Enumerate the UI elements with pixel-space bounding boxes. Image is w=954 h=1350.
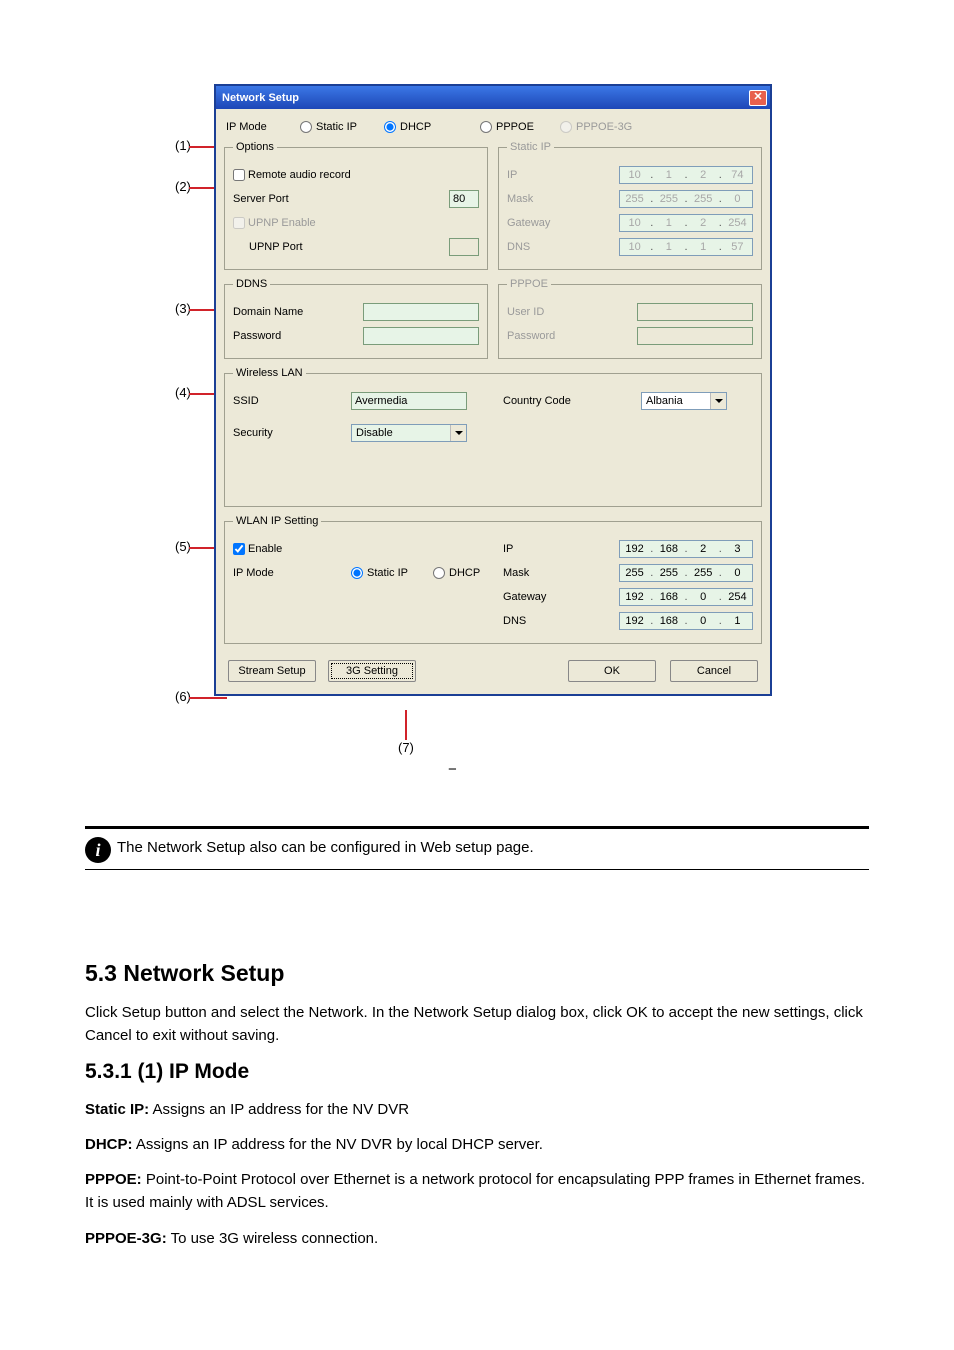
titlebar[interactable]: Network Setup ✕ <box>216 86 770 109</box>
note-text: The Network Setup also can be configured… <box>117 837 534 856</box>
radio-wlan-static-label: Static IP <box>367 567 408 579</box>
static-ip-group: Static IP IP 10. 1. 2. 74 <box>498 141 762 270</box>
stream-setup-button[interactable]: Stream Setup <box>228 660 316 682</box>
radio-static-ip-label: Static IP <box>316 121 357 133</box>
upnp-port-input <box>449 238 479 256</box>
upnp-enable-label: UPNP Enable <box>248 217 316 229</box>
ipmode-label: IP Mode <box>224 121 300 133</box>
ssid-label: SSID <box>233 395 351 407</box>
pppoe-password-input <box>637 327 753 345</box>
ssid-input[interactable] <box>351 392 467 410</box>
radio-pppoe-3g-label: PPPOE-3G <box>576 121 632 133</box>
country-code-value: Albania <box>646 395 683 407</box>
pppoe-password-label: Password <box>507 330 615 342</box>
cancel-button[interactable]: Cancel <box>670 660 758 682</box>
security-select[interactable]: Disable <box>351 424 467 442</box>
radio-pppoe-3g <box>560 121 572 133</box>
ddns-password-label: Password <box>233 330 341 342</box>
upnp-port-label: UPNP Port <box>233 241 341 253</box>
radio-static-ip[interactable] <box>300 121 312 133</box>
static-ip-desc: Static IP: Assigns an IP address for the… <box>85 1098 869 1121</box>
static-dns-label: DNS <box>507 241 615 253</box>
pppoe-userid-input <box>637 303 753 321</box>
callout-7: (7) <box>398 740 414 755</box>
wlan-ip-setting-legend: WLAN IP Setting <box>233 515 321 527</box>
callout-line <box>189 697 227 699</box>
wlan-enable-label: Enable <box>248 543 282 555</box>
domain-name-input[interactable] <box>363 303 479 321</box>
callout-line <box>405 710 407 740</box>
static-mask-label: Mask <box>507 193 615 205</box>
network-setup-dialog: Network Setup ✕ IP Mode Static IP DHCP P… <box>214 84 772 696</box>
country-code-select[interactable]: Albania <box>641 392 727 410</box>
radio-dhcp-label: DHCP <box>400 121 431 133</box>
server-port-label: Server Port <box>233 193 341 205</box>
ddns-group: DDNS Domain Name Password <box>224 278 488 359</box>
remote-audio-label: Remote audio record <box>248 169 351 181</box>
wlan-ip-input[interactable]: 192. 168. 2. 3 <box>619 540 753 558</box>
dash: − <box>448 761 457 778</box>
section-intro: Click Setup button and select the Networ… <box>85 1001 869 1048</box>
server-port-input[interactable] <box>449 190 479 208</box>
wlan-enable-check[interactable]: Enable <box>233 543 282 555</box>
static-gateway-input: 10. 1. 2. 254 <box>619 214 753 232</box>
static-gateway-label: Gateway <box>507 217 615 229</box>
security-value: Disable <box>356 427 393 439</box>
pppoe-legend: PPPOE <box>507 278 551 290</box>
ddns-password-input[interactable] <box>363 327 479 345</box>
section-heading: 5.3 Network Setup <box>85 960 869 987</box>
pppoe-3g-desc: PPPOE-3G: To use 3G wireless connection. <box>85 1227 869 1250</box>
country-code-label: Country Code <box>503 395 641 407</box>
options-group: Options Remote audio record Server Port <box>224 141 488 270</box>
wlan-dns-input[interactable]: 192. 168. 0. 1 <box>619 612 753 630</box>
wlan-gateway-label: Gateway <box>503 591 593 603</box>
wlan-dns-label: DNS <box>503 615 593 627</box>
domain-name-label: Domain Name <box>233 306 341 318</box>
radio-dhcp[interactable] <box>384 121 396 133</box>
wlan-ip-setting-group: WLAN IP Setting Enable IP Mode Static IP <box>224 515 762 644</box>
radio-wlan-dhcp[interactable] <box>433 567 445 579</box>
wlan-ipmode-label: IP Mode <box>233 567 351 579</box>
wlan-ip-label: IP <box>503 543 593 555</box>
dialog-title: Network Setup <box>222 92 299 104</box>
static-ip-input: 10. 1. 2. 74 <box>619 166 753 184</box>
close-icon: ✕ <box>753 92 762 103</box>
upnp-enable-check: UPNP Enable <box>233 217 316 229</box>
chevron-down-icon <box>450 425 466 441</box>
info-icon: i <box>85 837 111 863</box>
wlan-mask-input[interactable]: 255. 255. 255. 0 <box>619 564 753 582</box>
3g-setting-button[interactable]: 3G Setting <box>328 660 416 682</box>
static-mask-input: 255. 255. 255. 0 <box>619 190 753 208</box>
remote-audio-check[interactable]: Remote audio record <box>233 169 351 181</box>
wlan-mask-label: Mask <box>503 567 593 579</box>
radio-pppoe[interactable] <box>480 121 492 133</box>
wlan-gateway-input[interactable]: 192. 168. 0. 254 <box>619 588 753 606</box>
note-block: i The Network Setup also can be configur… <box>85 824 869 870</box>
subsection-heading: 5.3.1 (1) IP Mode <box>85 1060 869 1084</box>
ok-button[interactable]: OK <box>568 660 656 682</box>
static-dns-input: 10. 1. 1. 57 <box>619 238 753 256</box>
pppoe-group: PPPOE User ID Password <box>498 278 762 359</box>
radio-pppoe-label: PPPOE <box>496 121 534 133</box>
static-ip-legend: Static IP <box>507 141 554 153</box>
radio-wlan-dhcp-label: DHCP <box>449 567 480 579</box>
close-button[interactable]: ✕ <box>749 90 767 106</box>
radio-wlan-static[interactable] <box>351 567 363 579</box>
dhcp-desc: DHCP: Assigns an IP address for the NV D… <box>85 1133 869 1156</box>
static-ip-label: IP <box>507 169 615 181</box>
wireless-lan-legend: Wireless LAN <box>233 367 306 379</box>
ddns-legend: DDNS <box>233 278 270 290</box>
pppoe-userid-label: User ID <box>507 306 615 318</box>
options-legend: Options <box>233 141 277 153</box>
wireless-lan-group: Wireless LAN SSID Security Disable <box>224 367 762 507</box>
chevron-down-icon <box>710 393 726 409</box>
pppoe-desc: PPPOE: Point-to-Point Protocol over Ethe… <box>85 1168 869 1215</box>
security-label: Security <box>233 427 351 439</box>
